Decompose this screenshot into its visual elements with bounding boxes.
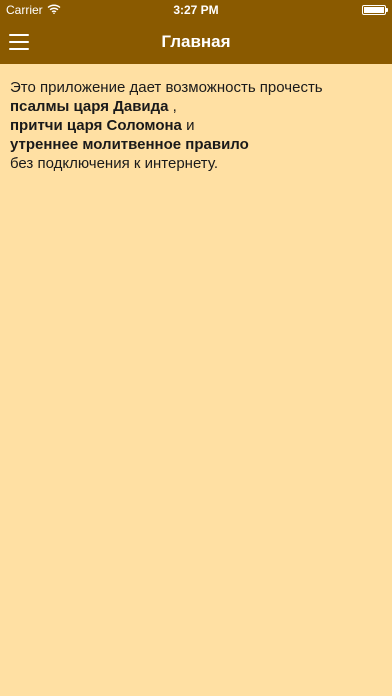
battery-icon <box>362 5 388 15</box>
outro-line: без подключения к интернету. <box>10 155 218 172</box>
intro-line: Это приложение дает возможность прочесть <box>10 79 323 96</box>
psalms-title: псалмы царя Давида <box>10 98 169 115</box>
battery-fill <box>364 7 384 13</box>
main-content: Это приложение дает возможность прочесть… <box>10 78 382 173</box>
navigation-bar: Главная <box>0 20 392 64</box>
app-header: Carrier 3:27 PM Главная <box>0 0 392 64</box>
proverbs-line: притчи царя Соломона и <box>10 116 382 135</box>
morning-prayer-title: утреннее молитвенное правило <box>10 136 249 153</box>
proverbs-suffix: и <box>181 117 195 134</box>
psalms-suffix: , <box>168 98 177 115</box>
prayer-line: утреннее молитвенное правило <box>10 135 382 154</box>
status-bar: Carrier 3:27 PM <box>0 0 392 20</box>
nav-title: Главная <box>161 32 231 51</box>
proverbs-title: притчи царя Соломона <box>10 117 182 134</box>
status-time: 3:27 PM <box>173 3 219 17</box>
psalms-line: псалмы царя Давида , <box>10 97 382 116</box>
